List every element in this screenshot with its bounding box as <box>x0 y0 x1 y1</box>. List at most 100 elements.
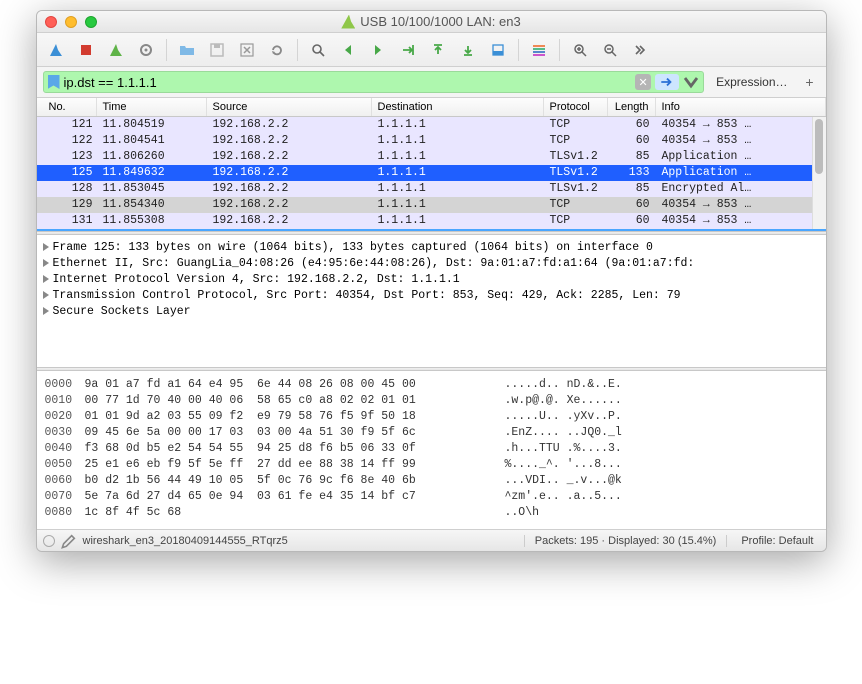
detail-tree-item[interactable]: Internet Protocol Version 4, Src: 192.16… <box>39 271 824 287</box>
col-header-no[interactable]: No. <box>37 98 97 116</box>
colorize-icon <box>531 42 547 58</box>
window-title-text: USB 10/100/1000 LAN: en3 <box>360 14 520 29</box>
disclosure-triangle-icon[interactable] <box>43 259 49 267</box>
packet-list: No. Time Source Destination Protocol Len… <box>37 98 826 229</box>
goto-icon <box>400 42 416 58</box>
disclosure-triangle-icon[interactable] <box>43 243 49 251</box>
packet-row[interactable]: 12111.804519192.168.2.21.1.1.1TCP6040354… <box>37 117 812 133</box>
start-capture-button[interactable] <box>43 37 69 63</box>
window-title: USB 10/100/1000 LAN: en3 <box>341 14 520 29</box>
clear-filter-button[interactable]: ✕ <box>635 74 651 90</box>
close-file-icon <box>239 42 255 58</box>
goto-last-button[interactable] <box>455 37 481 63</box>
next-packet-button[interactable] <box>365 37 391 63</box>
scroll-thumb[interactable] <box>815 119 823 174</box>
stop-capture-button[interactable] <box>73 37 99 63</box>
display-filter-input[interactable] <box>64 75 632 90</box>
shark-fin-icon <box>48 42 64 58</box>
window-controls <box>45 16 97 28</box>
stop-icon <box>78 42 94 58</box>
main-toolbar <box>37 33 826 67</box>
minimize-window-button[interactable] <box>65 16 77 28</box>
packet-row[interactable]: 12211.804541192.168.2.21.1.1.1TCP6040354… <box>37 133 812 149</box>
edit-icon[interactable] <box>61 533 77 549</box>
display-filter-input-wrap[interactable]: ✕ <box>43 71 705 93</box>
arrow-right-icon <box>370 42 386 58</box>
arrow-left-icon <box>340 42 356 58</box>
status-bar: wireshark_en3_20180409144555_RTqrz5 Pack… <box>37 529 826 551</box>
capture-file-label: wireshark_en3_20180409144555_RTqrz5 <box>83 535 288 547</box>
chevron-down-icon[interactable] <box>683 74 699 90</box>
profile-label[interactable]: Profile: Default <box>735 535 819 547</box>
folder-icon <box>179 42 195 58</box>
find-button[interactable] <box>305 37 331 63</box>
packet-details-pane[interactable]: Frame 125: 133 bytes on wire (1064 bits)… <box>37 235 826 367</box>
toolbar-overflow-button[interactable] <box>627 37 653 63</box>
detail-tree-item[interactable]: Frame 125: 133 bytes on wire (1064 bits)… <box>39 239 824 255</box>
hex-row[interactable]: 0040f3 68 0d b5 e2 54 54 55 94 25 d8 f6 … <box>45 441 818 457</box>
disclosure-triangle-icon[interactable] <box>43 275 49 283</box>
packet-bytes-pane[interactable]: 00009a 01 a7 fd a1 64 e4 95 6e 44 08 26 … <box>37 371 826 529</box>
app-window: USB 10/100/1000 LAN: en3 ✕ <box>36 10 827 552</box>
hex-row[interactable]: 00009a 01 a7 fd a1 64 e4 95 6e 44 08 26 … <box>45 377 818 393</box>
filter-history-button[interactable] <box>655 74 679 90</box>
col-header-length[interactable]: Length <box>608 98 656 116</box>
goto-first-icon <box>430 42 446 58</box>
goto-packet-button[interactable] <box>395 37 421 63</box>
capture-options-button[interactable] <box>133 37 159 63</box>
hex-row[interactable]: 002001 01 9d a2 03 55 09 f2 e9 79 58 76 … <box>45 409 818 425</box>
autoscroll-icon <box>490 42 506 58</box>
auto-scroll-button[interactable] <box>485 37 511 63</box>
save-icon <box>209 42 225 58</box>
zoom-window-button[interactable] <box>85 16 97 28</box>
expert-info-button[interactable] <box>43 535 55 547</box>
expression-button[interactable]: Expression… <box>708 73 795 91</box>
packet-list-body[interactable]: 12111.804519192.168.2.21.1.1.1TCP6040354… <box>37 117 812 229</box>
col-header-protocol[interactable]: Protocol <box>544 98 608 116</box>
display-filter-bar: ✕ Expression… + <box>37 67 826 98</box>
reload-icon <box>269 42 285 58</box>
disclosure-triangle-icon[interactable] <box>43 291 49 299</box>
prev-packet-button[interactable] <box>335 37 361 63</box>
zoom-in-button[interactable] <box>567 37 593 63</box>
col-header-source[interactable]: Source <box>207 98 372 116</box>
colorize-button[interactable] <box>526 37 552 63</box>
packet-row[interactable]: 12911.854340192.168.2.21.1.1.1TCP6040354… <box>37 197 812 213</box>
packet-row[interactable]: 12511.849632192.168.2.21.1.1.1TLSv1.2133… <box>37 165 812 181</box>
packet-count-label: Packets: 195 · Displayed: 30 (15.4%) <box>524 535 728 547</box>
close-file-button[interactable] <box>234 37 260 63</box>
open-file-button[interactable] <box>174 37 200 63</box>
close-window-button[interactable] <box>45 16 57 28</box>
detail-tree-item[interactable]: Transmission Control Protocol, Src Port:… <box>39 287 824 303</box>
wireshark-fin-icon <box>341 15 355 29</box>
restart-fin-icon <box>108 42 124 58</box>
detail-tree-item[interactable]: Secure Sockets Layer <box>39 303 824 319</box>
disclosure-triangle-icon[interactable] <box>43 307 49 315</box>
restart-capture-button[interactable] <box>103 37 129 63</box>
add-filter-button[interactable]: + <box>800 74 820 90</box>
packet-row[interactable]: 12311.806260192.168.2.21.1.1.1TLSv1.285A… <box>37 149 812 165</box>
hex-row[interactable]: 003009 45 6e 5a 00 00 17 03 03 00 4a 51 … <box>45 425 818 441</box>
bookmark-icon[interactable] <box>48 75 60 89</box>
col-header-info[interactable]: Info <box>656 98 826 116</box>
hex-row[interactable]: 00801c 8f 4f 5c 68..O\h <box>45 505 818 521</box>
goto-first-button[interactable] <box>425 37 451 63</box>
gear-icon <box>138 42 154 58</box>
packet-row[interactable]: 12811.853045192.168.2.21.1.1.1TLSv1.285E… <box>37 181 812 197</box>
packet-list-header[interactable]: No. Time Source Destination Protocol Len… <box>37 98 826 117</box>
packet-row[interactable]: 13111.855308192.168.2.21.1.1.1TCP6040354… <box>37 213 812 229</box>
titlebar[interactable]: USB 10/100/1000 LAN: en3 <box>37 11 826 33</box>
hex-row[interactable]: 00705e 7a 6d 27 d4 65 0e 94 03 61 fe e4 … <box>45 489 818 505</box>
hex-row[interactable]: 005025 e1 e6 eb f9 5f 5e ff 27 dd ee 88 … <box>45 457 818 473</box>
hex-row[interactable]: 001000 77 1d 70 40 00 40 06 58 65 c0 a8 … <box>45 393 818 409</box>
chevrons-right-icon <box>632 42 648 58</box>
save-file-button[interactable] <box>204 37 230 63</box>
col-header-time[interactable]: Time <box>97 98 207 116</box>
reload-button[interactable] <box>264 37 290 63</box>
packet-list-scrollbar[interactable] <box>812 117 826 229</box>
hex-row[interactable]: 0060b0 d2 1b 56 44 49 10 05 5f 0c 76 9c … <box>45 473 818 489</box>
detail-tree-item[interactable]: Ethernet II, Src: GuangLia_04:08:26 (e4:… <box>39 255 824 271</box>
zoom-out-button[interactable] <box>597 37 623 63</box>
col-header-destination[interactable]: Destination <box>372 98 544 116</box>
zoom-in-icon <box>572 42 588 58</box>
